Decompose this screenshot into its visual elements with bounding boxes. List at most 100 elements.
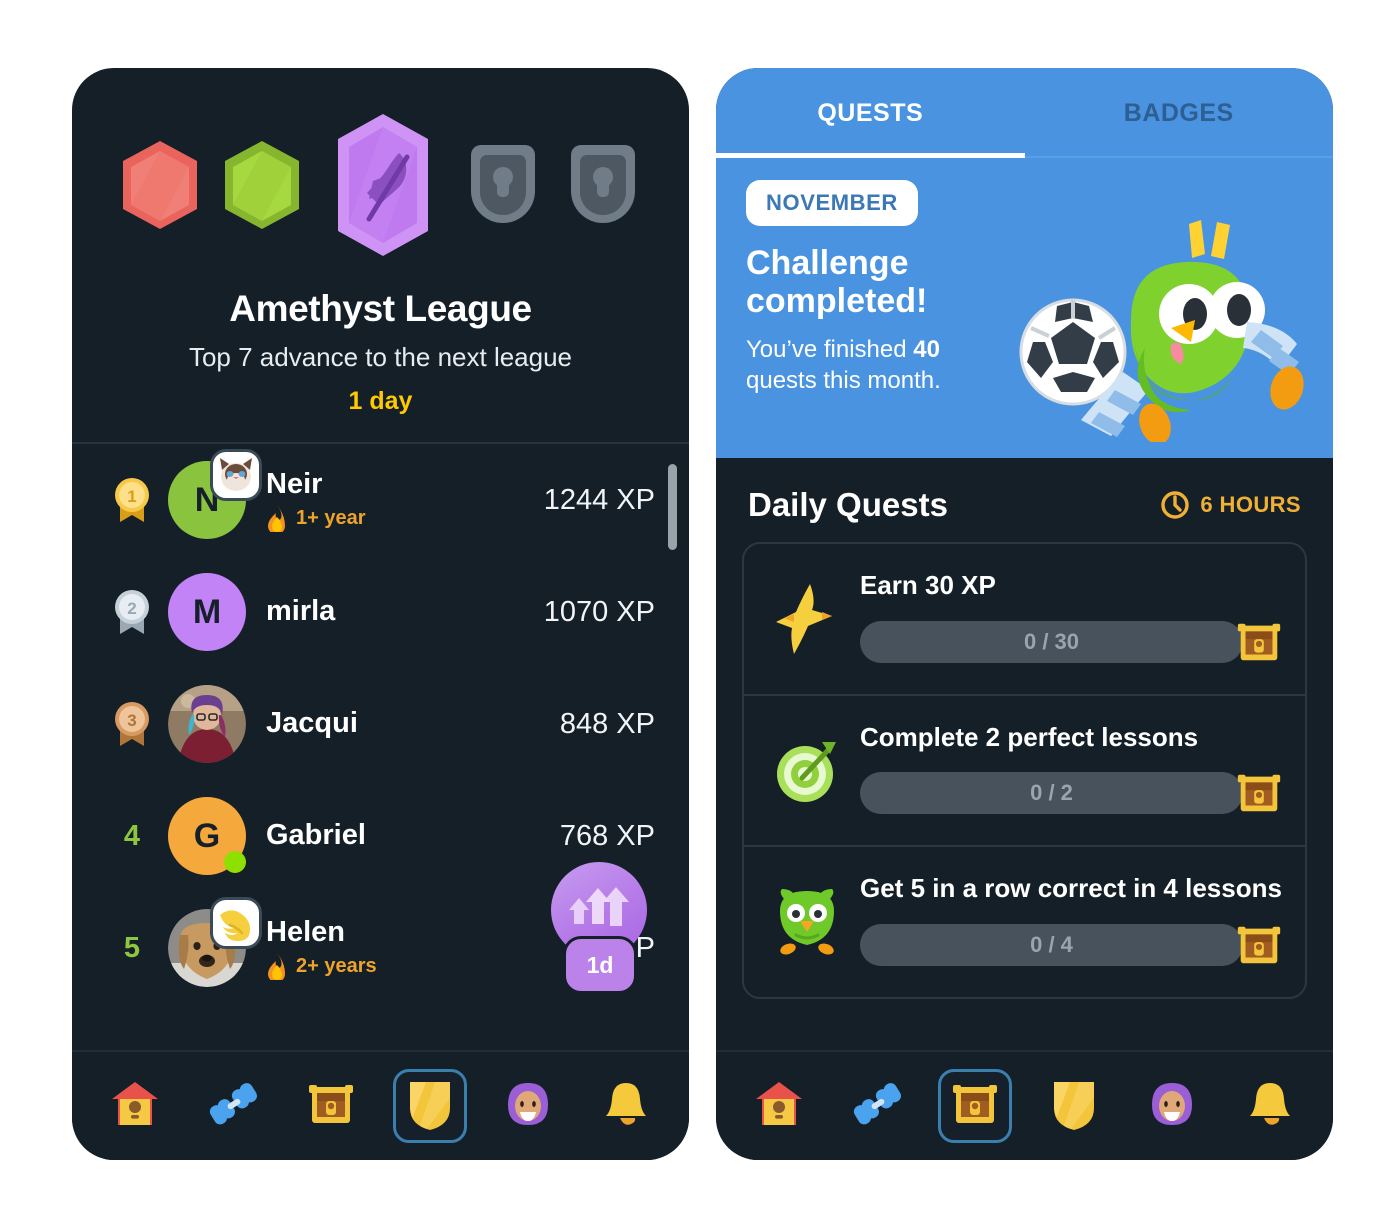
shield-icon [405, 1077, 455, 1136]
rank-cell: 2 [106, 586, 158, 638]
avatar[interactable]: G [168, 797, 246, 875]
user-xp: 848 XP [559, 707, 655, 740]
daily-quests-timer-label: 6 HOURS [1200, 492, 1301, 517]
quest-progress-bar: 0 / 2 [860, 772, 1243, 815]
quest-title: Complete 2 perfect lessons [860, 721, 1199, 752]
avatar[interactable] [168, 685, 246, 763]
league-gem-row [72, 112, 689, 262]
quest-row[interactable]: Earn 30 XP 0 / 30 [744, 544, 1305, 696]
nav-profile[interactable] [491, 1069, 565, 1143]
monthly-challenge-banner: NOVEMBER Challenge completed! You’ve fin… [716, 158, 1333, 458]
avatar-initial: M [168, 573, 246, 651]
daily-quests-card: Earn 30 XP 0 / 30 Complete 2 perfect les… [742, 542, 1307, 1000]
nav-practice[interactable] [840, 1069, 914, 1143]
rank-number: 4 [123, 819, 141, 852]
leaderboard-row[interactable]: 3 Jacqui 848 XP [92, 668, 669, 780]
flexed-arm-badge [210, 897, 262, 949]
medal-gold-icon: 1 [115, 478, 149, 522]
emerald-league-gem[interactable] [219, 137, 305, 238]
treasure-chest-icon [1237, 623, 1281, 661]
ruby-league-gem[interactable] [117, 137, 203, 238]
medal-bronze-icon: 3 [115, 702, 149, 746]
nav-notifications[interactable] [589, 1069, 663, 1143]
daily-quests-timer: 6 HOURS [1160, 490, 1301, 520]
league-subtitle: Top 7 advance to the next league [188, 342, 573, 372]
clock-icon [1161, 491, 1190, 519]
nav-leaderboard[interactable] [1037, 1069, 1111, 1143]
quest-progress-bar: 0 / 30 [860, 620, 1243, 663]
nav-quests[interactable] [938, 1069, 1013, 1143]
league-header: Amethyst League Top 7 advance to the nex… [72, 68, 689, 442]
quest-progress-bar: 0 / 4 [860, 924, 1243, 967]
locked-league-gem-1[interactable] [461, 137, 545, 238]
birdhouse-icon [108, 1077, 162, 1136]
locked-league-gem-2[interactable] [561, 137, 645, 238]
quest-progress-label: 0 / 30 [1023, 628, 1080, 654]
daily-quests-header: Daily Quests 6 HOURS [716, 458, 1333, 542]
nav-leaderboard[interactable] [392, 1069, 467, 1143]
streak-label: 1+ year [296, 507, 366, 530]
quests-tabbar: QUESTS BADGES [716, 68, 1333, 158]
league-title: Amethyst League [229, 288, 532, 329]
user-xp: 768 XP [559, 819, 655, 852]
rank-cell: 5 [106, 932, 158, 965]
screenshot-stage: Amethyst League Top 7 advance to the nex… [0, 0, 1400, 1225]
nav-notifications[interactable] [1233, 1069, 1307, 1143]
nav-home[interactable] [98, 1069, 172, 1143]
quest-body: Get 5 in a row correct in 4 lessons 0 / … [860, 873, 1285, 971]
xp-boost-duration-label: 1d [563, 936, 637, 994]
nav-practice[interactable] [196, 1069, 270, 1143]
user-info: Jacqui [266, 707, 560, 740]
treasure-chest-icon [1237, 775, 1281, 812]
daily-quests-title: Daily Quests [748, 486, 948, 523]
quest-row[interactable]: Complete 2 perfect lessons 0 / 2 [744, 696, 1305, 848]
tab-badges[interactable]: BADGES [1025, 68, 1334, 158]
nav-home[interactable] [742, 1069, 816, 1143]
birdhouse-icon [752, 1077, 806, 1136]
quest-progress: 0 / 30 [860, 616, 1285, 668]
leaderboard-row[interactable]: 2 M mirla 1070 XP [92, 556, 669, 668]
nav-profile[interactable] [1135, 1069, 1209, 1143]
quests-screen: QUESTS BADGES NOVEMBER Challenge complet… [716, 68, 1333, 1160]
streak-indicator: 1+ year [266, 505, 544, 533]
quest-title: Earn 30 XP [860, 570, 996, 600]
online-status-dot [224, 851, 246, 873]
leaderboard-scrollbar-thumb[interactable] [668, 464, 677, 550]
avatar[interactable]: M [168, 573, 246, 651]
challenge-subtitle: You’ve finished 40 quests this month. [746, 334, 1006, 396]
xp-boost-badge[interactable]: 1d [551, 862, 647, 994]
rank-cell: 1 [106, 474, 158, 526]
user-info: Gabriel [266, 819, 560, 852]
amethyst-league-gem[interactable] [321, 111, 445, 264]
challenge-quest-count: 40 [913, 336, 940, 364]
lightning-bolt-icon [764, 582, 850, 656]
streak-flame-icon [268, 953, 285, 981]
user-info: Neir 1+ year [266, 468, 544, 533]
quest-body: Complete 2 perfect lessons 0 / 2 [860, 722, 1285, 820]
bell-icon [599, 1077, 653, 1136]
duo-owl-soccer-icon [1019, 220, 1304, 442]
streak-label: 2+ years [296, 955, 377, 978]
user-xp: 1244 XP [543, 483, 655, 516]
leaderboard-row[interactable]: 1 N Neir 1+ year 1244 XP [92, 444, 669, 556]
avatar[interactable]: N [168, 449, 262, 539]
treasure-chest-icon [948, 1077, 1002, 1136]
quest-row[interactable]: Get 5 in a row correct in 4 lessons 0 / … [744, 847, 1305, 997]
tab-quests[interactable]: QUESTS [716, 68, 1025, 158]
avatar[interactable] [168, 897, 262, 987]
dumbbell-icon [206, 1077, 260, 1136]
challenge-sub-suffix: quests this month. [746, 367, 941, 395]
shield-icon [1049, 1077, 1099, 1136]
svg-text:2: 2 [127, 599, 136, 618]
nav-quests[interactable] [294, 1069, 368, 1143]
quest-progress: 0 / 2 [860, 767, 1285, 819]
avatar-person-icon [501, 1077, 555, 1136]
rank-number: 5 [123, 931, 141, 964]
leaderboard-scrollbar[interactable] [668, 452, 683, 1000]
quest-progress-label: 0 / 4 [1030, 932, 1073, 958]
quest-progress-label: 0 / 2 [1030, 780, 1073, 806]
user-name: Jacqui [266, 707, 358, 740]
rank-cell: 3 [106, 698, 158, 750]
medal-silver-icon: 2 [115, 590, 149, 634]
user-info: mirla [266, 595, 544, 628]
